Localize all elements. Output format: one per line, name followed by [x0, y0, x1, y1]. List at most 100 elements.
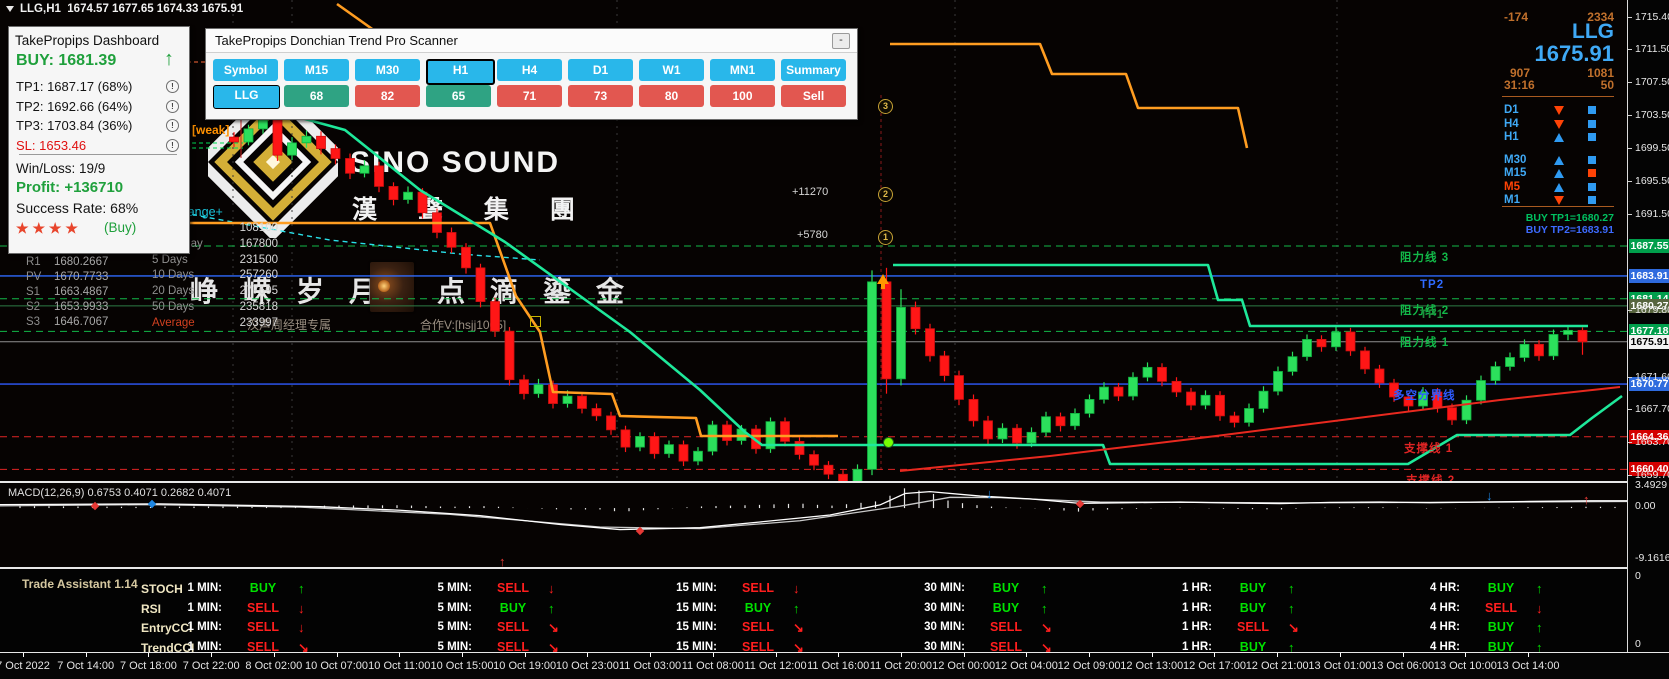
- candle-body: [1577, 329, 1588, 343]
- info-icon[interactable]: !: [166, 138, 179, 152]
- ta-signal: BUY: [1239, 600, 1267, 615]
- candle-body: [1258, 390, 1269, 409]
- trend-down-triangle-icon: [1554, 119, 1564, 129]
- time-axis-label: 7 Oct 14:00: [57, 660, 115, 672]
- scanner-cell-73[interactable]: 73: [568, 85, 633, 107]
- timeframe-label: M15: [1504, 167, 1527, 179]
- scale-tick-label: 1715.40: [1635, 11, 1669, 24]
- time-axis[interactable]: 7 Oct 2022 7 Oct 14:00 7 Oct 18:00 7 Oct 22…: [0, 652, 1669, 679]
- candle-body: [823, 464, 834, 475]
- scanner-minimize-button[interactable]: -: [832, 33, 850, 49]
- ta-signal: BUY: [992, 581, 1020, 595]
- ta-signal: SELL: [247, 620, 279, 634]
- scanner-cell-82[interactable]: 82: [355, 85, 420, 107]
- time-axis-tick: [650, 653, 652, 657]
- buy-signal-label: BUY:: [16, 52, 54, 69]
- bar-timer: 31:16: [1504, 78, 1535, 92]
- ta-signal: BUY: [1487, 581, 1515, 595]
- price-scale[interactable]: 3.4929 0.00 -9.1616 0 0 1687.55 1683.91 16…: [1627, 0, 1669, 652]
- donchian-line: [890, 42, 1249, 149]
- scanner-title-bar[interactable]: TakePropips Donchian Trend Pro Scanner -: [206, 29, 857, 53]
- time-axis-label: 10 Oct 15:00: [430, 660, 494, 672]
- ta-scale-top: 0: [1635, 570, 1641, 582]
- macd-diamond-marker: [90, 501, 100, 511]
- candle-body: [707, 424, 718, 452]
- time-axis-tick: [963, 653, 965, 657]
- scanner-header-h4[interactable]: H4: [497, 59, 562, 81]
- candle-body: [1302, 338, 1312, 358]
- scale-tick-label: 1679.80: [1635, 303, 1669, 316]
- scanner-cell-llg[interactable]: LLG: [213, 85, 280, 109]
- time-axis-tick: [838, 653, 840, 657]
- candle-body: [388, 186, 399, 200]
- scanner-header-symbol[interactable]: Symbol: [213, 59, 278, 81]
- candle-body: [301, 135, 312, 144]
- scanner-cell-100[interactable]: 100: [710, 85, 775, 107]
- timeframe-label: M30: [1504, 153, 1527, 166]
- ta-timeframe-label: 30 MIN:: [924, 640, 965, 653]
- candle-body: [475, 267, 486, 302]
- scanner-header-m15[interactable]: M15: [284, 59, 349, 81]
- scale-tick-mark: [1628, 114, 1632, 116]
- candle-body: [1519, 343, 1530, 358]
- scanner-header-m30[interactable]: M30: [355, 59, 420, 81]
- ta-timeframe-label: 4 HR:: [1429, 601, 1460, 614]
- scanner-header-w1[interactable]: W1: [639, 59, 704, 81]
- ta-timeframe-label: 5 MIN:: [437, 582, 473, 594]
- scanner-cell-65[interactable]: 65: [426, 85, 491, 107]
- scanner-cell-80[interactable]: 80: [639, 85, 704, 107]
- info-icon[interactable]: !: [166, 99, 179, 113]
- candle-body: [446, 232, 457, 248]
- info-icon[interactable]: !: [166, 119, 179, 132]
- level-text: TP2: 1692.66 (64%): [16, 98, 133, 114]
- scanner-header-summary[interactable]: Summary: [781, 59, 846, 81]
- ta-arrow-up-icon: ↑: [1288, 581, 1295, 596]
- trend-square-icon: [1588, 155, 1596, 164]
- ta-timeframe-label: 5 MIN:: [437, 621, 473, 633]
- trading-terminal: SINO SOUND 漢 聲 集 團 峥嵘岁月点滴鎏金 汉声周经理专属 合作V:…: [0, 0, 1669, 679]
- time-axis-label: 13 Oct 14:00: [1496, 660, 1560, 672]
- candle-body: [1432, 391, 1443, 409]
- scanner-header-h1[interactable]: H1: [426, 59, 495, 85]
- ta-signal: BUY: [1487, 620, 1515, 634]
- scanner-header-d1[interactable]: D1: [568, 59, 633, 81]
- candle-body: [838, 473, 848, 481]
- time-axis-label: 13 Oct 01:00: [1308, 660, 1372, 672]
- candle-body: [1403, 396, 1414, 407]
- ta-arrow-down-icon: ↘: [1288, 620, 1299, 635]
- scanner-header-mn1[interactable]: MN1: [710, 59, 775, 81]
- trend-square-icon: [1588, 169, 1596, 177]
- time-axis-tick: [1089, 653, 1091, 657]
- timeframe-trend-row: M5: [1502, 181, 1614, 194]
- dashboard-level-row: TP2: 1692.66 (64%)!: [16, 98, 179, 114]
- ta-signal: BUY: [1239, 581, 1267, 595]
- candle-body: [896, 306, 906, 380]
- candle-body: [1374, 368, 1385, 384]
- ta-timeframe-label: 15 MIN:: [676, 621, 717, 633]
- ta-timeframe-label: 5 MIN:: [437, 640, 473, 653]
- trend-up-triangle-icon: [1554, 133, 1564, 142]
- candle-body: [678, 444, 689, 462]
- symbol-dropdown-icon[interactable]: [6, 6, 14, 12]
- timeframe-label: H4: [1504, 117, 1519, 130]
- donchian-line: [183, 221, 838, 438]
- candle-body: [1142, 366, 1153, 378]
- scanner-cell-sell[interactable]: Sell: [781, 85, 846, 107]
- macd-indicator-panel[interactable]: MACD(12,26,9) 0.6753 0.4071 0.2682 0.407…: [0, 482, 1627, 568]
- time-axis-tick: [148, 653, 150, 657]
- dashboard-level-row: TP3: 1703.84 (36%)!: [16, 118, 179, 133]
- win-loss-row: Win/Loss: 19/9: [16, 161, 106, 176]
- scanner-cell-68[interactable]: 68: [284, 85, 349, 107]
- trend-square-icon: [1588, 106, 1596, 114]
- scale-tick-label: 1691.50: [1635, 207, 1669, 220]
- candle-body: [968, 399, 979, 422]
- ta-arrow-up-icon: ↑: [298, 581, 305, 596]
- scanner-cell-71[interactable]: 71: [497, 85, 562, 107]
- info-icon[interactable]: !: [166, 80, 179, 93]
- time-axis-label: 7 Oct 18:00: [119, 660, 177, 672]
- time-axis-tick: [336, 653, 338, 657]
- candle-body: [997, 427, 1008, 440]
- ta-timeframe-label: 1 MIN:: [187, 621, 223, 633]
- ta-timeframe-label: 4 HR:: [1429, 640, 1460, 653]
- stat-bottom-right: 50: [1600, 78, 1614, 92]
